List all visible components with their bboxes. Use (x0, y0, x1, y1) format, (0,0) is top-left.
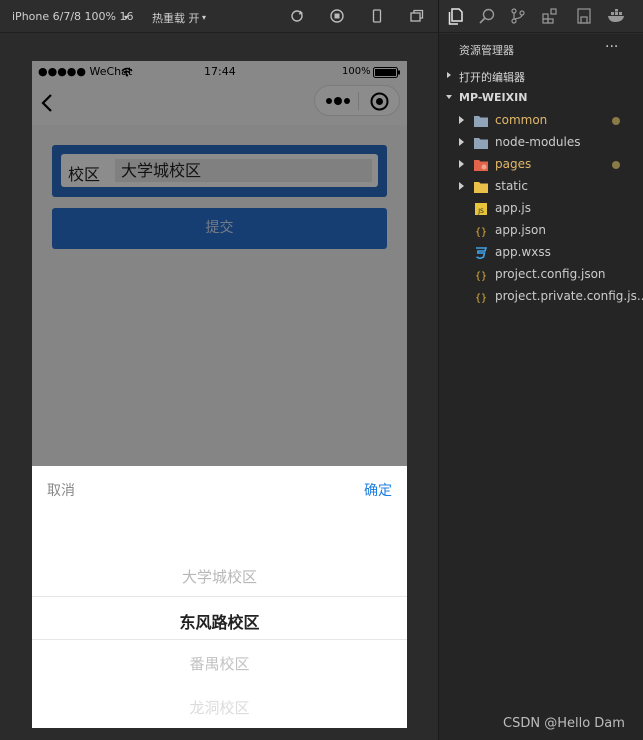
watermark: CSDN @Hello Dam (503, 716, 625, 731)
picker-option[interactable]: 大学城校区 (32, 566, 407, 587)
picker-option-selected[interactable]: 东风路校区 (32, 609, 407, 633)
tree-item-app-js[interactable]: JS app.js (439, 198, 643, 220)
phone-simulator: ●●●●● WeChat 17:44 100% 校区 大学城校区 提交 取消 确… (32, 61, 407, 728)
tree-item-project-config[interactable]: {} project.config.json (439, 264, 643, 286)
tree-item-pages[interactable]: pages (439, 154, 643, 176)
open-editors-section[interactable]: 打开的编辑器 (439, 66, 643, 86)
chevron-right-icon (447, 72, 451, 78)
hot-reload-toggle[interactable]: 热重载 开 (152, 10, 200, 26)
device-selector[interactable]: iPhone 6/7/8 100% 16 (12, 10, 133, 23)
chevron-right-icon (459, 138, 464, 146)
svg-text:{}: {} (475, 293, 487, 303)
tree-item-node-modules[interactable]: node-modules (439, 132, 643, 154)
folder-icon (474, 116, 488, 127)
chevron-right-icon (459, 160, 464, 168)
files-icon[interactable] (448, 8, 464, 25)
project-section[interactable]: MP-WEIXIN (439, 88, 643, 108)
tree-item-label: app.wxss (495, 245, 551, 259)
chevron-right-icon (459, 182, 464, 190)
pages-folder-icon (474, 160, 488, 171)
phone-preview-icon[interactable] (370, 9, 384, 23)
picker-indicator-bottom (32, 639, 407, 640)
static-folder-icon (474, 182, 488, 193)
tree-item-project-private-config[interactable]: {} project.private.config.js... (439, 286, 643, 308)
tree-item-label: node-modules (495, 135, 581, 149)
tree-item-label: project.private.config.js... (495, 289, 643, 303)
confirm-button[interactable]: 确定 (364, 480, 392, 500)
docker-icon[interactable] (607, 9, 627, 23)
explorer-title: 资源管理器 (459, 44, 514, 57)
tree-item-label: project.config.json (495, 267, 606, 281)
tree-item-label: common (495, 113, 548, 127)
storage-icon[interactable] (577, 8, 591, 24)
chevron-down-icon (446, 95, 452, 99)
more-actions-icon[interactable]: ··· (605, 39, 618, 55)
js-file-icon: JS (475, 203, 487, 215)
open-editors-label: 打开的编辑器 (459, 71, 525, 84)
search-icon[interactable] (479, 8, 495, 24)
svg-text:JS: JS (477, 208, 484, 215)
stop-icon[interactable] (330, 9, 344, 23)
hot-reload-dropdown-icon[interactable]: ▾ (202, 13, 206, 22)
svg-text:{}: {} (475, 227, 487, 237)
modified-indicator (612, 161, 620, 169)
json-file-icon: {} (475, 293, 487, 303)
svg-text:{}: {} (475, 271, 487, 281)
tree-item-label: static (495, 179, 528, 193)
tree-item-label: app.js (495, 201, 531, 215)
extensions-icon[interactable] (542, 8, 558, 24)
tree-item-label: app.json (495, 223, 546, 237)
simulator-toolbar: iPhone 6/7/8 100% 16 ▾ 热重载 开 ▾ (0, 0, 438, 33)
tree-item-static[interactable]: static (439, 176, 643, 198)
campus-picker: 取消 确定 大学城校区 东风路校区 番禺校区 龙洞校区 (32, 466, 407, 728)
tree-item-common[interactable]: common (439, 110, 643, 132)
refresh-icon[interactable] (290, 9, 304, 23)
project-label: MP-WEIXIN (459, 91, 528, 104)
activity-bar (439, 0, 643, 33)
json-file-icon: {} (475, 271, 487, 281)
css-file-icon (476, 247, 488, 259)
device-dropdown-icon[interactable]: ▾ (124, 13, 128, 22)
json-file-icon: {} (475, 227, 487, 237)
picker-option[interactable]: 番禺校区 (32, 653, 407, 674)
tree-item-app-wxss[interactable]: app.wxss (439, 242, 643, 264)
chevron-right-icon (459, 116, 464, 124)
modified-indicator (612, 117, 620, 125)
window-icon[interactable] (410, 9, 424, 23)
picker-option[interactable]: 龙洞校区 (32, 697, 407, 718)
source-control-icon[interactable] (511, 8, 525, 24)
cancel-button[interactable]: 取消 (47, 480, 75, 500)
tree-item-app-json[interactable]: {} app.json (439, 220, 643, 242)
picker-indicator-top (32, 596, 407, 597)
folder-icon (474, 138, 488, 149)
tree-item-label: pages (495, 157, 532, 171)
explorer-panel: 资源管理器 ··· 打开的编辑器 MP-WEIXIN common node-m… (439, 34, 643, 740)
picker-header: 取消 确定 (32, 466, 407, 510)
